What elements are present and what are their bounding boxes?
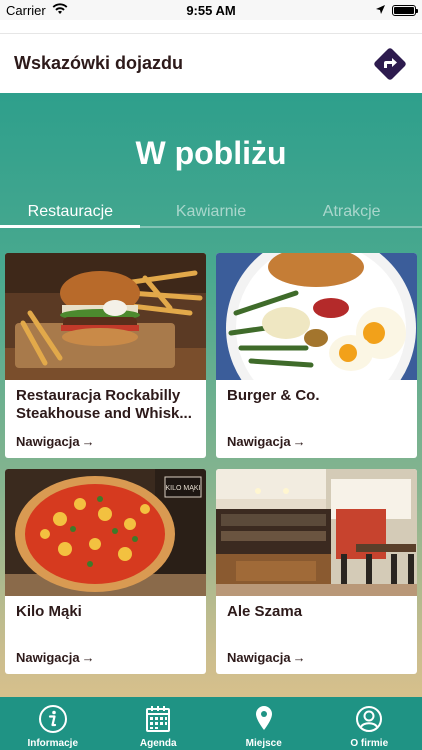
place-name: Restauracja Rockabilly Steakhouse and Wh… [16,387,192,422]
tabbar-label: Miejsce [245,738,282,749]
wifi-icon [52,2,68,18]
carrier-label: Carrier [6,2,46,18]
bottom-tab-bar: Informacje Agenda Miejsce O firmie [0,697,422,750]
page-title: W pobliżu [135,135,287,171]
arrow-right-icon: → [292,434,306,449]
directions-title: Wskazówki dojazdu [14,53,184,73]
arrow-right-icon: → [81,434,95,449]
directions-bar[interactable]: Wskazówki dojazdu [0,33,422,93]
navigation-label: Nawigacja [16,434,80,449]
tabbar-item-place[interactable]: Miejsce [211,697,317,750]
status-bar: Carrier 9:55 AM [0,0,422,20]
battery-fill [394,6,414,14]
tabbar-label: O firmie [350,738,389,749]
status-right [375,3,418,18]
directions-arrow-icon[interactable] [372,46,408,82]
navigation-link[interactable]: Nawigacja → [227,434,306,449]
navigation-label: Nawigacja [227,434,291,449]
place-name: Kilo Mąki [16,603,82,620]
status-left: Carrier [6,3,68,18]
location-arrow-icon [375,3,386,18]
tab-cafes[interactable]: Kawiarnie [141,201,282,229]
navigation-link[interactable]: Nawigacja → [16,434,95,449]
tab-attractions[interactable]: Atrakcje [281,201,422,229]
place-card[interactable]: KILO MĄKI Kilo Mąki Nawigacja → [5,469,206,674]
pizza-photo: KILO MĄKI [5,469,206,596]
nearby-section: W pobliżu Restauracje Kawiarnie Atrakcje [0,93,422,697]
arrow-right-icon: → [81,650,95,665]
tabbar-item-info[interactable]: Informacje [0,697,106,750]
calendar-icon [143,704,173,734]
place-name: Burger & Co. [227,387,320,404]
place-card[interactable]: Restauracja Rockabilly Steakhouse and Wh… [5,253,206,458]
user-icon [354,704,384,734]
navigation-link[interactable]: Nawigacja → [16,650,95,665]
arrow-right-icon: → [292,650,306,665]
navigation-label: Nawigacja [227,650,291,665]
battery-icon [392,4,418,16]
tabbar-label: Agenda [139,738,177,749]
place-card[interactable]: Ale Szama Nawigacja → [216,469,417,674]
location-pin-icon [249,704,279,734]
burger-photo [5,253,206,380]
restaurant-interior-photo [216,469,417,596]
place-card[interactable]: Burger & Co. Nawigacja → [216,253,417,458]
navigation-link[interactable]: Nawigacja → [227,650,306,665]
tabbar-label: Informacje [27,738,79,749]
food-plate-photo [216,253,417,380]
info-icon [38,704,68,734]
place-name: Ale Szama [227,603,303,620]
svg-text:KILO MĄKI: KILO MĄKI [165,485,200,492]
tabbar-item-company[interactable]: O firmie [317,697,422,750]
navigation-label: Nawigacja [16,650,80,665]
active-tab-indicator [0,225,140,228]
tabbar-item-agenda[interactable]: Agenda [106,697,212,750]
